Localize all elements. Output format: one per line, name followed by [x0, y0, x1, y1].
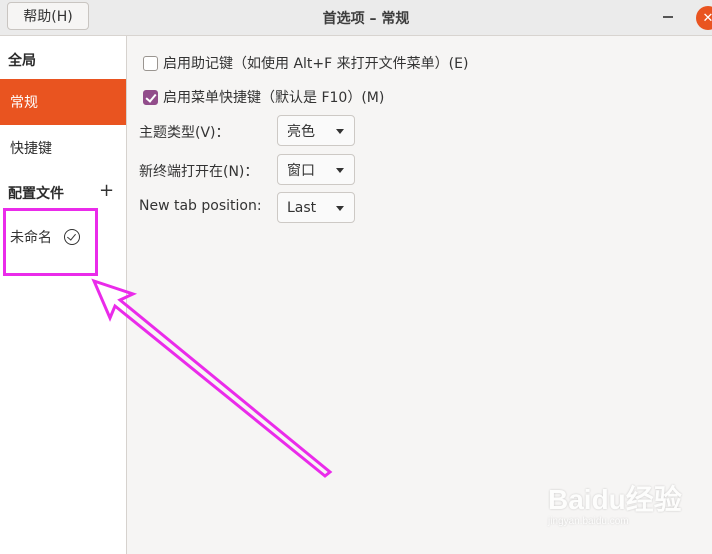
annotation-highlight-box	[3, 208, 98, 276]
sidebar-item-label: 快捷键	[10, 141, 52, 157]
tab-position-label: New tab position:	[139, 198, 262, 214]
watermark-brand: Baidu经验	[548, 484, 682, 515]
chevron-down-icon	[336, 206, 344, 211]
theme-value: 亮色	[287, 123, 315, 140]
sidebar-item-general[interactable]: 常规	[0, 79, 126, 125]
menu-accel-option[interactable]: 启用菜单快捷键（默认是 F10）(M)	[143, 87, 384, 107]
theme-dropdown[interactable]: 亮色	[277, 115, 355, 146]
tab-position-value: Last	[287, 199, 317, 216]
menu-accel-checkbox[interactable]	[143, 89, 158, 105]
mnemonics-label: 启用助记键（如使用 Alt+F 来打开文件菜单）(E)	[163, 56, 469, 72]
baidu-watermark: Baidu经验 jingyan.baidu.com	[548, 478, 682, 527]
watermark-url: jingyan.baidu.com	[548, 516, 629, 527]
open-in-value: 窗口	[287, 162, 315, 179]
add-profile-icon[interactable]: +	[99, 182, 114, 200]
main-panel: 启用助记键（如使用 Alt+F 来打开文件菜单）(E) 启用菜单快捷键（默认是 …	[128, 36, 712, 554]
open-in-label: 新终端打开在(N)：	[139, 164, 259, 180]
theme-label: 主题类型(V)：	[139, 125, 230, 141]
menu-accel-label: 启用菜单快捷键（默认是 F10）(M)	[163, 90, 385, 106]
window-title: 首选项 – 常规	[322, 11, 410, 27]
sidebar-item-shortcuts[interactable]: 快捷键	[0, 125, 126, 171]
chevron-down-icon	[336, 168, 344, 173]
sidebar-item-label: 常规	[10, 95, 38, 111]
mnemonics-option[interactable]: 启用助记键（如使用 Alt+F 来打开文件菜单）(E)	[143, 53, 468, 73]
sidebar: 全局 常规 快捷键 配置文件 + 未命名	[0, 36, 127, 554]
profiles-heading: 配置文件	[8, 186, 64, 202]
mnemonics-checkbox[interactable]	[143, 55, 158, 71]
title-bar: 帮助(H) 首选项 – 常规 ✕	[0, 0, 712, 36]
global-heading: 全局	[8, 53, 36, 69]
minimize-icon[interactable]	[663, 16, 673, 18]
tab-position-dropdown[interactable]: Last	[277, 192, 355, 223]
open-in-dropdown[interactable]: 窗口	[277, 154, 355, 185]
chevron-down-icon	[336, 129, 344, 134]
